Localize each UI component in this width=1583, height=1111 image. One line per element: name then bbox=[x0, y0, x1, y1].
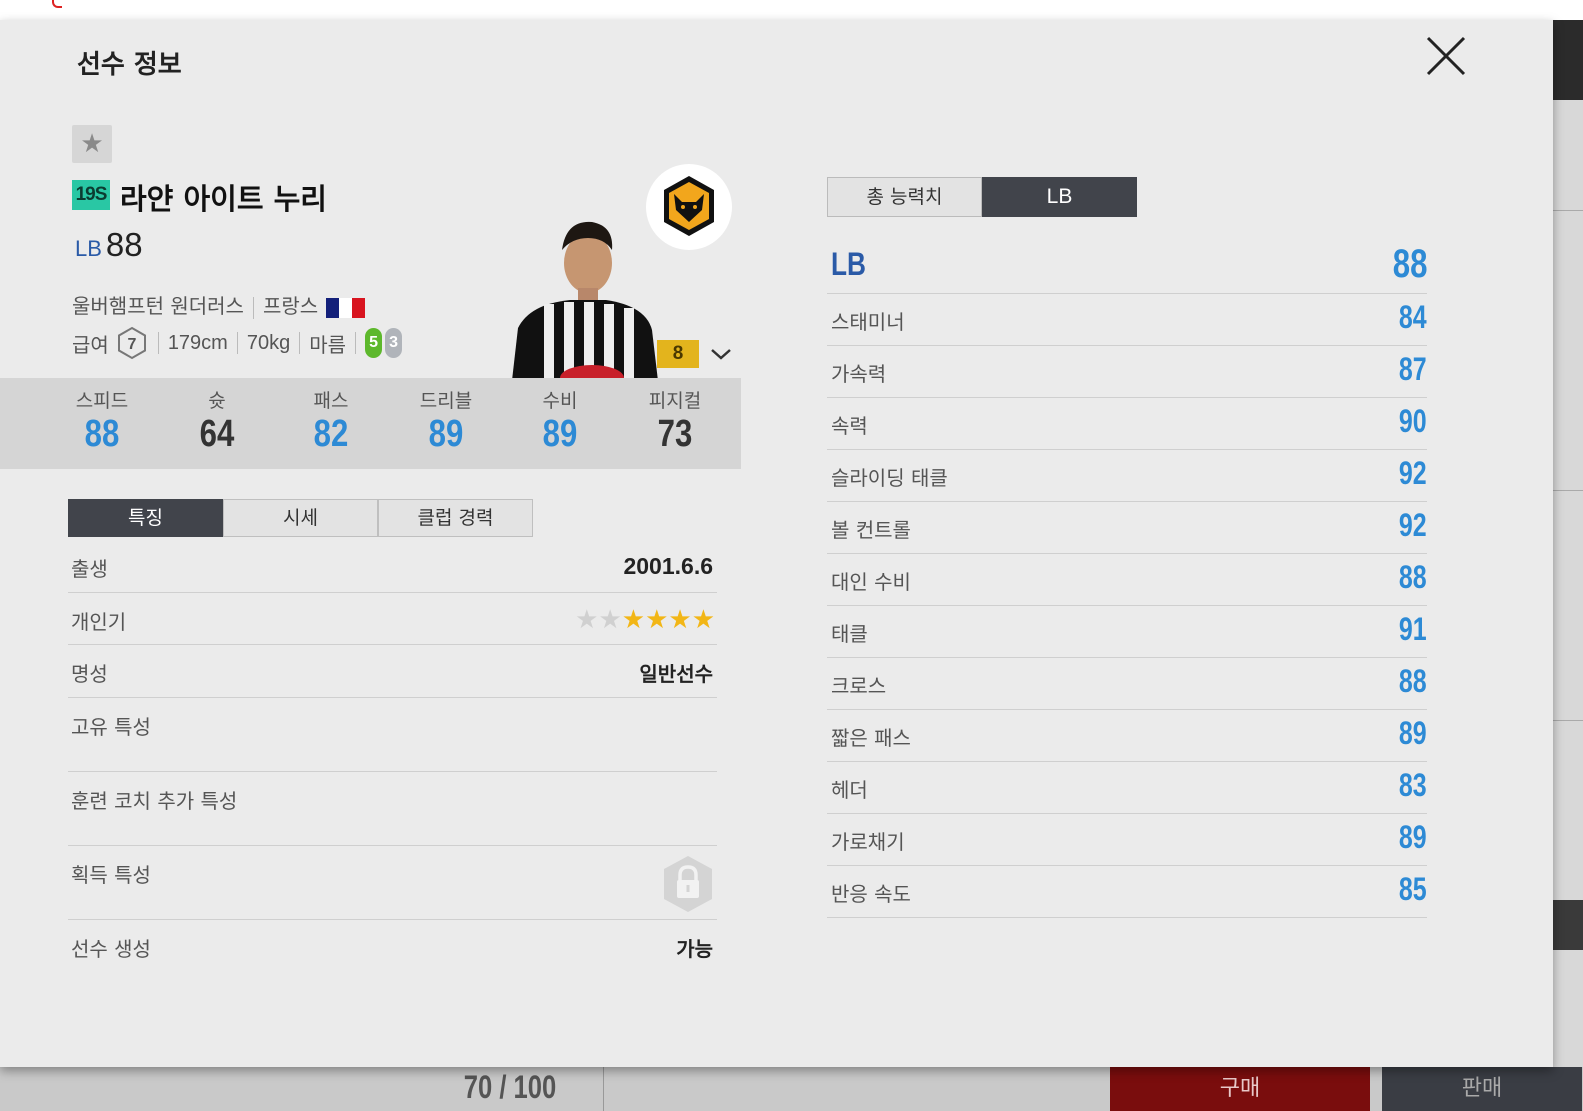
favorite-button[interactable]: ★ bbox=[72, 125, 112, 163]
sell-button[interactable]: 판매 bbox=[1382, 1067, 1582, 1111]
attribute-row: 볼 컨트롤 92 bbox=[827, 502, 1427, 554]
salary-label: 급여 bbox=[72, 332, 109, 357]
close-button[interactable] bbox=[1424, 34, 1468, 78]
summary-stats-bar: 스피드 88 슛 64 패스 82 드리블 89 수비 89 피지컬 73 bbox=[0, 378, 741, 469]
skill-moves-row: 개인기 ★★★★★★ bbox=[68, 593, 717, 645]
tab-price[interactable]: 시세 bbox=[223, 499, 378, 537]
info-tabs: 특징 시세 클럽 경력 bbox=[68, 499, 534, 537]
star-icon: ★ bbox=[575, 605, 599, 635]
club-name: 울버햄프턴 원더러스 bbox=[72, 294, 244, 318]
club-nation-line: 울버햄프턴 원더러스 프랑스 bbox=[72, 290, 366, 319]
star-icon: ★ bbox=[80, 129, 104, 159]
attribute-row: 태클 91 bbox=[827, 606, 1427, 658]
birth-value: 2001.6.6 bbox=[623, 553, 713, 579]
lock-icon bbox=[664, 856, 712, 912]
salary-hex-icon: 7 bbox=[117, 326, 146, 360]
enhance-level-badge: 8 bbox=[657, 340, 699, 368]
background-count: 70 / 100 bbox=[463, 1069, 557, 1105]
attribute-row: 반응 속도 85 bbox=[827, 866, 1427, 918]
star-icon: ★ bbox=[668, 605, 692, 635]
player-info-modal: 선수 정보 ★ 19S 라얀 아이트 누리 LB 88 울버햄프턴 원더러스 프랑스… bbox=[0, 20, 1553, 1067]
body-type: 마름 bbox=[309, 332, 347, 357]
modal-title: 선수 정보 bbox=[77, 50, 182, 80]
reputation-row: 명성 일반선수 bbox=[68, 645, 717, 698]
birth-row: 출생 2001.6.6 bbox=[68, 540, 717, 593]
unique-traits-row: 고유 특성 bbox=[68, 698, 717, 772]
player-height: 179cm bbox=[167, 331, 228, 354]
attribute-row: 크로스 88 bbox=[827, 658, 1427, 710]
nation-name: 프랑스 bbox=[262, 294, 319, 318]
attribute-head-row: LB 88 bbox=[827, 242, 1427, 294]
attribute-row: 슬라이딩 태클 92 bbox=[827, 450, 1427, 502]
chevron-down-icon bbox=[711, 349, 731, 360]
attribute-row: 대인 수비 88 bbox=[827, 554, 1427, 606]
attribute-list: LB 88 스태미너 84 가속력 87 속력 90 슬라이딩 태클 92 볼 컨트롤 9… bbox=[827, 242, 1427, 918]
tab-overall-attributes[interactable]: 총 능력치 bbox=[827, 177, 982, 217]
right-foot-value: 3 bbox=[385, 328, 403, 358]
player-overall: 88 bbox=[105, 226, 143, 263]
stat-passing: 패스 82 bbox=[313, 390, 349, 455]
stat-dribbling: 드리블 89 bbox=[419, 390, 473, 455]
background-bottom-bar: 70 / 100 구매 판매 bbox=[0, 1067, 1583, 1111]
player-photo bbox=[500, 208, 660, 398]
attribute-row: 짧은 패스 89 bbox=[827, 710, 1427, 762]
player-position: LB bbox=[75, 236, 102, 261]
foot-rating: 53 bbox=[365, 328, 403, 358]
position-overall: LB 88 bbox=[75, 226, 143, 264]
attribute-row: 헤더 83 bbox=[827, 762, 1427, 814]
player-details-line: 급여 7 179cm 70kg 마름 53 bbox=[72, 326, 403, 360]
attribute-row: 속력 90 bbox=[827, 398, 1427, 450]
acquired-traits-row: 획득 특성 bbox=[68, 846, 717, 920]
star-icon: ★ bbox=[598, 605, 622, 635]
coach-traits-row: 훈련 코치 추가 특성 bbox=[68, 772, 717, 846]
star-icon: ★ bbox=[691, 605, 715, 635]
buy-button[interactable]: 구매 bbox=[1110, 1067, 1370, 1111]
france-flag-icon bbox=[326, 297, 366, 318]
salary-value: 7 bbox=[127, 336, 136, 353]
stat-physical: 피지컬 73 bbox=[648, 390, 702, 455]
tab-traits[interactable]: 특징 bbox=[68, 499, 223, 537]
stat-shooting: 슛 64 bbox=[199, 390, 235, 455]
player-name: 라얀 아이트 누리 bbox=[120, 182, 327, 216]
background-right-edge bbox=[1553, 20, 1583, 1111]
season-badge: 19S bbox=[72, 180, 110, 210]
reputation-value: 일반선수 bbox=[639, 662, 713, 686]
left-foot-value: 5 bbox=[365, 328, 383, 358]
attribute-row: 스태미너 84 bbox=[827, 294, 1427, 346]
background-red-mark bbox=[52, 0, 62, 8]
star-icon: ★ bbox=[645, 605, 669, 635]
player-weight: 70kg bbox=[246, 331, 291, 354]
attribute-head-value: 88 bbox=[1392, 242, 1427, 286]
close-icon bbox=[1426, 36, 1466, 76]
enhance-dropdown-toggle[interactable] bbox=[707, 340, 735, 368]
player-creation-row: 선수 생성 가능 bbox=[68, 920, 717, 972]
tab-club-history[interactable]: 클럽 경력 bbox=[378, 499, 533, 537]
player-creation-value: 가능 bbox=[676, 937, 713, 961]
stat-speed: 스피드 88 bbox=[75, 390, 129, 455]
club-logo bbox=[646, 164, 732, 250]
attribute-tabs: 총 능력치 LB bbox=[827, 177, 1137, 217]
star-icon: ★ bbox=[621, 605, 646, 635]
skill-moves-stars: ★★★★★★ bbox=[575, 605, 715, 635]
attribute-head-label: LB bbox=[831, 246, 866, 282]
trait-info-list: 출생 2001.6.6 개인기 ★★★★★★ 명성 일반선수 고유 특성 훈련 … bbox=[68, 540, 717, 972]
tab-position-attributes[interactable]: LB bbox=[982, 177, 1137, 217]
attribute-row: 가로채기 89 bbox=[827, 814, 1427, 866]
attribute-row: 가속력 87 bbox=[827, 346, 1427, 398]
stat-defending: 수비 89 bbox=[542, 390, 578, 455]
